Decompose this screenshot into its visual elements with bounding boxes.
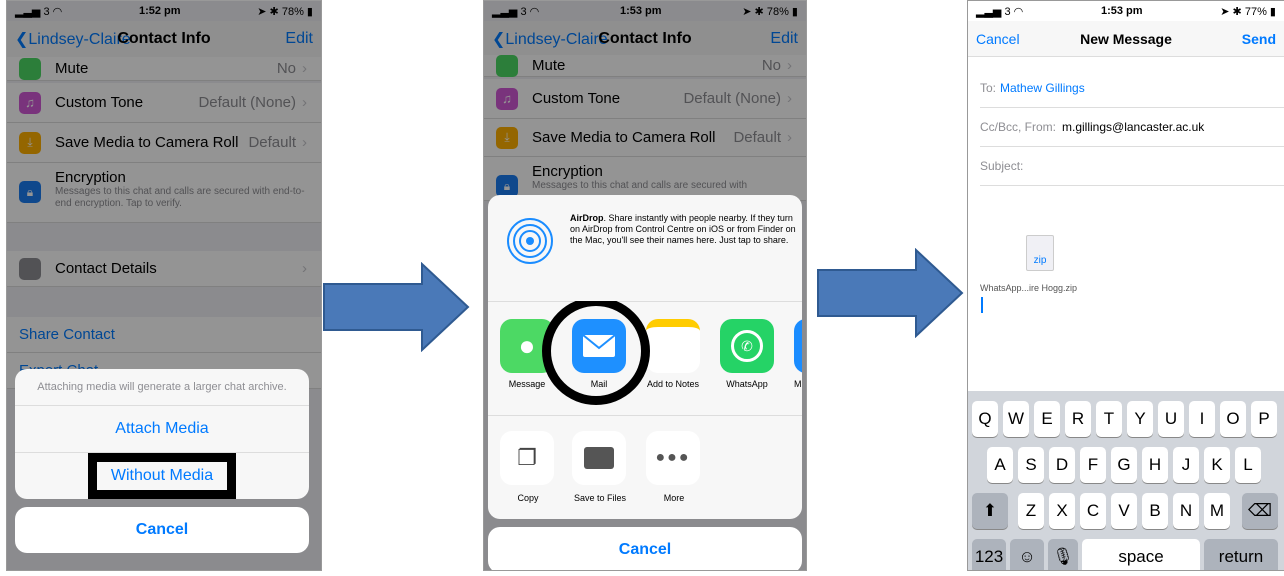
key-m[interactable]: M	[1204, 493, 1230, 529]
from-address: m.gillings@lancaster.ac.uk	[1062, 120, 1205, 134]
mail-icon	[572, 319, 626, 373]
key-u[interactable]: U	[1158, 401, 1184, 437]
cancel-button[interactable]: Cancel	[488, 527, 802, 570]
numbers-key[interactable]: 123	[972, 539, 1006, 570]
backspace-icon[interactable]: ⌫	[1242, 493, 1278, 529]
key-a[interactable]: A	[987, 447, 1013, 483]
microphone-icon[interactable]: 🎙︎	[1048, 539, 1078, 570]
location-icon: ➤	[1220, 5, 1230, 18]
to-field[interactable]: To: Mathew Gillings	[980, 69, 1284, 108]
space-key[interactable]: space	[1082, 539, 1200, 570]
app-whatsapp[interactable]: ✆ WhatsApp	[720, 319, 774, 389]
screen-1-export-chat: ▂▃▅ 3 ◠ 1:52 pm ➤ ✱ 78% ▮ ❮Lindsey-Clair…	[6, 0, 322, 571]
zip-file-icon[interactable]: zip	[1026, 235, 1054, 271]
key-z[interactable]: Z	[1018, 493, 1044, 529]
key-x[interactable]: X	[1049, 493, 1075, 529]
ellipsis-icon: ●●●	[646, 431, 700, 485]
action-sheet: Attaching media will generate a larger c…	[15, 369, 309, 499]
key-e[interactable]: E	[1034, 401, 1060, 437]
key-q[interactable]: Q	[972, 401, 998, 437]
key-f[interactable]: F	[1080, 447, 1106, 483]
screen-3-new-message: ▂▃▅ 3 ◠ 1:53 pm ➤ ✱ 77% ▮ Cancel New Mes…	[967, 0, 1284, 571]
without-media-button[interactable]: Without Media	[87, 453, 237, 499]
battery-icon: ▮	[1269, 5, 1276, 18]
app-mail[interactable]: Mail	[572, 319, 626, 389]
emoji-icon[interactable]: ☺	[1010, 539, 1044, 570]
attach-media-button[interactable]: Attach Media	[15, 406, 309, 453]
copy-icon: ❐	[500, 431, 554, 485]
airdrop-title: AirDrop	[570, 213, 604, 223]
cancel-button[interactable]: Cancel	[15, 507, 309, 553]
key-c[interactable]: C	[1080, 493, 1106, 529]
key-g[interactable]: G	[1111, 447, 1137, 483]
key-h[interactable]: H	[1142, 447, 1168, 483]
key-l[interactable]: L	[1235, 447, 1261, 483]
key-t[interactable]: T	[1096, 401, 1122, 437]
subject-field[interactable]: Subject:	[980, 147, 1284, 186]
app-icon	[794, 319, 802, 373]
airdrop-text: . Share instantly with people nearby. If…	[570, 213, 796, 245]
key-s[interactable]: S	[1018, 447, 1044, 483]
text-cursor	[981, 297, 983, 313]
key-j[interactable]: J	[1173, 447, 1199, 483]
airdrop-section[interactable]: AirDrop. Share instantly with people nea…	[488, 195, 802, 302]
cc-bcc-field[interactable]: Cc/Bcc, From: m.gillings@lancaster.ac.uk	[980, 108, 1284, 147]
recipient-token[interactable]: Mathew Gillings	[1000, 81, 1085, 95]
signal-icon: ▂▃▅	[976, 5, 1002, 18]
action-copy[interactable]: ❐ Copy	[500, 431, 556, 503]
key-p[interactable]: P	[1251, 401, 1277, 437]
key-y[interactable]: Y	[1127, 401, 1153, 437]
action-more[interactable]: ●●● More	[646, 431, 702, 503]
whatsapp-icon: ✆	[720, 319, 774, 373]
send-button[interactable]: Send	[1242, 31, 1276, 47]
arrow-right-icon	[817, 248, 964, 338]
shift-icon[interactable]: ⬆	[972, 493, 1008, 529]
airdrop-icon	[507, 218, 553, 264]
wifi-icon: ◠	[1013, 5, 1024, 18]
key-k[interactable]: K	[1204, 447, 1230, 483]
bluetooth-icon: ✱	[1232, 5, 1242, 18]
action-save-to-files[interactable]: Save to Files	[572, 431, 628, 503]
key-d[interactable]: D	[1049, 447, 1075, 483]
app-notes[interactable]: Add to Notes	[646, 319, 700, 389]
arrow-right-icon	[323, 262, 470, 352]
key-b[interactable]: B	[1142, 493, 1168, 529]
folder-icon	[572, 431, 626, 485]
key-w[interactable]: W	[1003, 401, 1029, 437]
carrier: 3	[1004, 5, 1011, 18]
status-bar: ▂▃▅ 3 ◠ 1:53 pm ➤ ✱ 77% ▮	[968, 1, 1284, 21]
app-more-partial[interactable]: M	[794, 319, 802, 389]
battery-percent: 77%	[1244, 5, 1267, 18]
keyboard: Q W E R T Y U I O P A S D F G H J K L ⬆ Z X C V B N M ⌫ 123 ☺ 🎙︎ space r…	[968, 391, 1284, 570]
key-n[interactable]: N	[1173, 493, 1199, 529]
key-r[interactable]: R	[1065, 401, 1091, 437]
key-i[interactable]: I	[1189, 401, 1215, 437]
sheet-message: Attaching media will generate a larger c…	[15, 369, 309, 406]
app-row: ● Message Add to Notes ✆ WhatsApp M Mail	[488, 301, 802, 416]
return-key[interactable]: return	[1204, 539, 1278, 570]
nav-bar: Cancel New Message Send	[968, 21, 1284, 57]
cancel-button[interactable]: Cancel	[976, 31, 1020, 47]
key-o[interactable]: O	[1220, 401, 1246, 437]
screen-2-share-sheet: ▂▃▅ 3 ◠ 1:53 pm ➤ ✱ 78% ▮ ❮Lindsey-Clair…	[483, 0, 807, 571]
key-v[interactable]: V	[1111, 493, 1137, 529]
notes-icon	[646, 319, 700, 373]
attachment-name: WhatsApp...ire Hogg.zip	[980, 283, 1078, 293]
clock: 1:53 pm	[1100, 5, 1143, 17]
share-sheet: AirDrop. Share instantly with people nea…	[488, 195, 802, 519]
